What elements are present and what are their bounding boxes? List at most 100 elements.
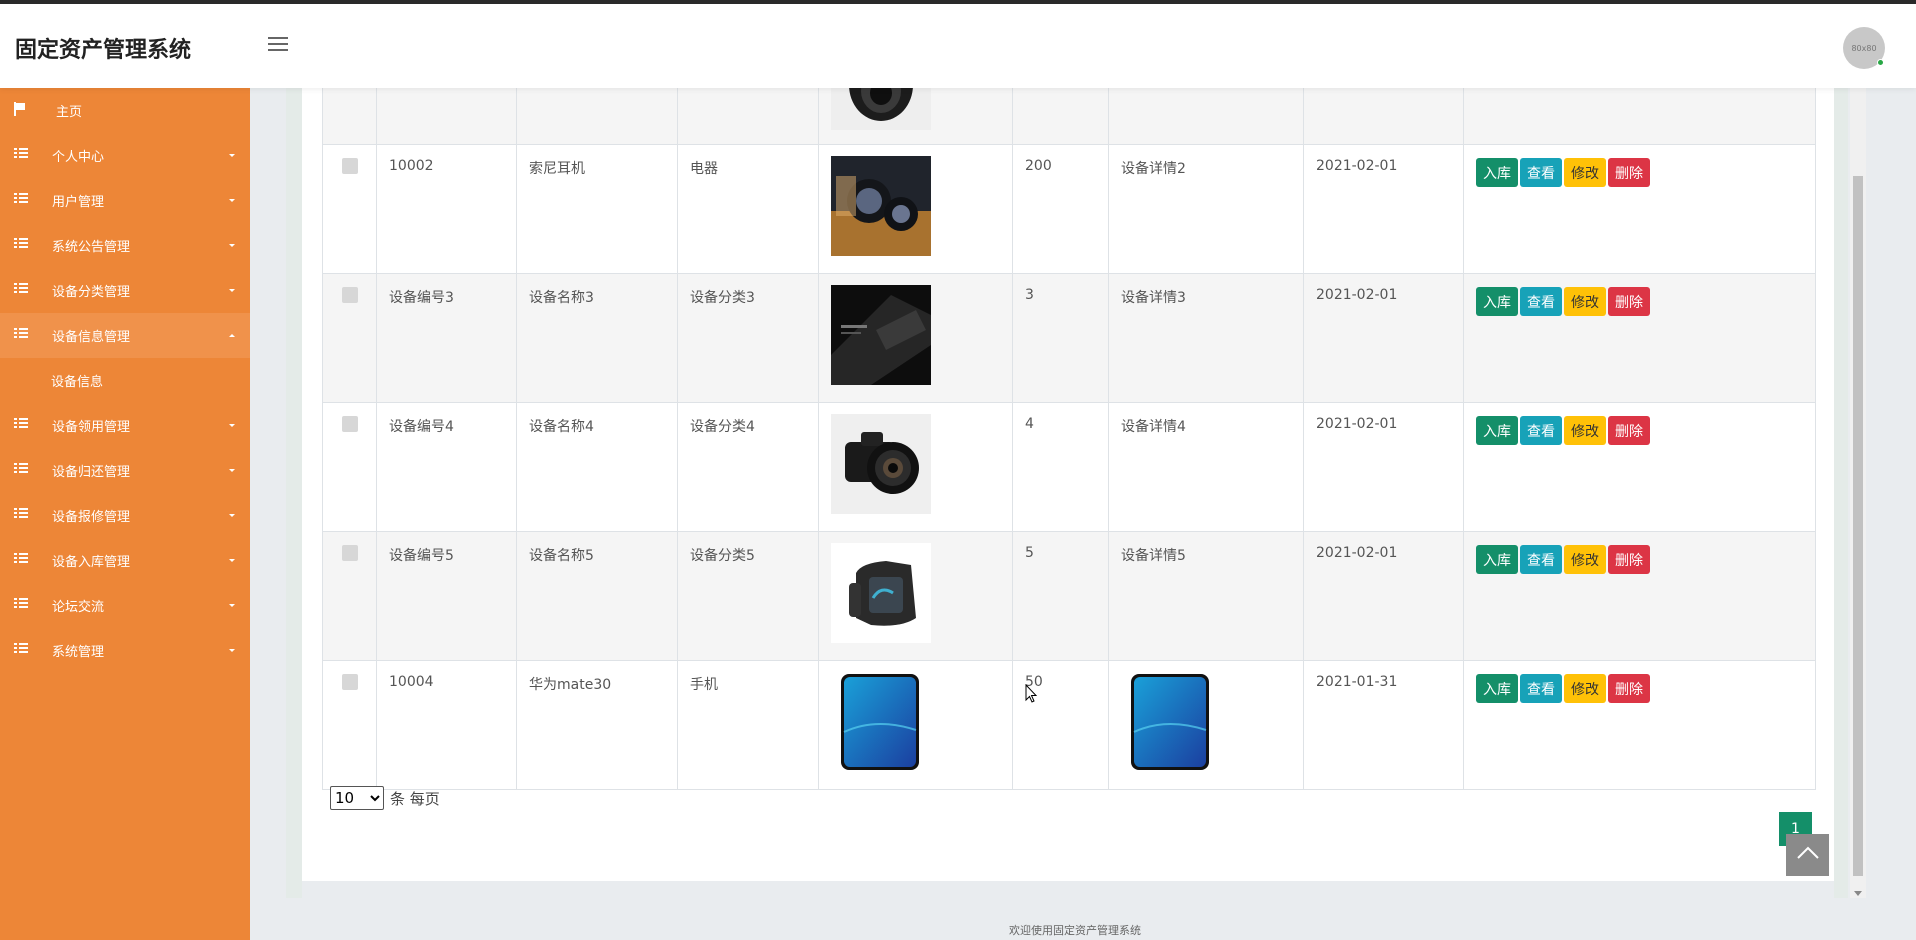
sidebar-item-device-return-management[interactable]: 设备归还管理 (0, 448, 250, 493)
chevron-down-icon[interactable] (1854, 891, 1862, 896)
device-table: 10002 索尼耳机 电器 200 设备详情2 2021-02-01 入库 查看… (322, 63, 1816, 790)
page-size-select[interactable]: 10 (330, 786, 384, 810)
top-header: 固定资产管理系统 80x80 (0, 4, 1916, 88)
sidebar-item-system-management[interactable]: 系统管理 (0, 628, 250, 673)
actions-cell: 入库 查看 修改 删除 (1463, 531, 1816, 661)
table-row: 10002 索尼耳机 电器 200 设备详情2 2021-02-01 入库 查看… (322, 144, 1816, 274)
row-checkbox[interactable] (341, 545, 358, 561)
list-icon (14, 463, 28, 475)
stock-in-button[interactable]: 入库 (1476, 545, 1518, 574)
list-icon (14, 148, 28, 160)
stock-in-button[interactable]: 入库 (1476, 158, 1518, 187)
device-date: 2021-02-01 (1303, 144, 1464, 274)
earphones-photo (831, 156, 931, 256)
footer-text: 欢迎使用固定资产管理系统 (1009, 924, 1141, 937)
stock-in-button[interactable]: 入库 (1476, 287, 1518, 316)
view-button[interactable]: 查看 (1520, 158, 1562, 187)
sidebar-item-personal-center[interactable]: 个人中心 (0, 133, 250, 178)
stock-in-button[interactable]: 入库 (1476, 674, 1518, 703)
device-quantity: 3 (1012, 273, 1109, 403)
scrollbar-thumb[interactable] (1853, 176, 1863, 876)
row-checkbox[interactable] (341, 674, 358, 690)
vertical-scrollbar[interactable] (1850, 88, 1866, 898)
table-row: 设备编号4 设备名称4 设备分类4 4 设备详情4 2021-02-01 入库 … (322, 402, 1816, 532)
delete-button[interactable]: 删除 (1608, 416, 1650, 445)
view-button[interactable]: 查看 (1520, 674, 1562, 703)
device-quantity: 5 (1012, 531, 1109, 661)
stock-in-button[interactable]: 入库 (1476, 416, 1518, 445)
row-checkbox[interactable] (341, 287, 358, 303)
sidebar-subitem-device-info[interactable]: 设备信息 (0, 358, 250, 403)
device-quantity: 4 (1012, 402, 1109, 532)
chevron-down-icon (229, 649, 235, 652)
avatar[interactable]: 80x80 (1843, 27, 1885, 69)
view-button[interactable]: 查看 (1520, 545, 1562, 574)
device-detail: 设备详情3 (1108, 273, 1304, 403)
sidebar-item-announcement-management[interactable]: 系统公告管理 (0, 223, 250, 268)
sidebar-item-label: 主页 (56, 105, 83, 120)
sidebar-item-label: 设备分类管理 (52, 285, 131, 300)
device-quantity: 200 (1012, 144, 1109, 274)
list-icon (14, 238, 28, 250)
sidebar-item-label: 设备归还管理 (52, 465, 131, 480)
chevron-up-icon (1797, 846, 1819, 859)
device-code: 10002 (376, 144, 517, 274)
checkbox-cell (322, 273, 377, 403)
sidebar-item-label: 系统管理 (52, 645, 105, 660)
sidebar-item-forum[interactable]: 论坛交流 (0, 583, 250, 628)
device-name: 设备名称4 (516, 402, 678, 532)
delete-button[interactable]: 删除 (1608, 158, 1650, 187)
list-icon (14, 283, 28, 295)
delete-button[interactable]: 删除 (1608, 674, 1650, 703)
chevron-down-icon (229, 199, 235, 202)
device-name: 设备名称3 (516, 273, 678, 403)
row-checkbox[interactable] (341, 416, 358, 432)
view-button[interactable]: 查看 (1520, 287, 1562, 316)
device-category: 手机 (677, 660, 819, 790)
image-cell (818, 660, 1013, 790)
checkbox-cell (322, 402, 377, 532)
device-detail: 设备详情2 (1108, 144, 1304, 274)
row-checkbox[interactable] (341, 158, 358, 174)
sidebar-item-label: 论坛交流 (52, 600, 105, 615)
sidebar-item-category-management[interactable]: 设备分类管理 (0, 268, 250, 313)
device-category: 设备分类5 (677, 531, 819, 661)
camera-photo (831, 414, 931, 514)
edit-button[interactable]: 修改 (1564, 674, 1606, 703)
sidebar-item-device-borrow-management[interactable]: 设备领用管理 (0, 403, 250, 448)
edit-button[interactable]: 修改 (1564, 158, 1606, 187)
sidebar-item-device-repair-management[interactable]: 设备报修管理 (0, 493, 250, 538)
device-name: 华为mate30 (516, 660, 678, 790)
view-button[interactable]: 查看 (1520, 416, 1562, 445)
delete-button[interactable]: 删除 (1608, 545, 1650, 574)
edit-button[interactable]: 修改 (1564, 416, 1606, 445)
avatar-placeholder-text: 80x80 (1851, 43, 1877, 53)
sidebar-item-device-info-management[interactable]: 设备信息管理 (0, 313, 250, 358)
huawei-phone-photo (1121, 672, 1221, 772)
device-date: 2021-02-01 (1303, 402, 1464, 532)
page-size-control: 10 条 每页 (330, 786, 440, 810)
chevron-down-icon (229, 604, 235, 607)
sidebar-item-device-stockin-management[interactable]: 设备入库管理 (0, 538, 250, 583)
list-icon (14, 553, 28, 565)
edit-button[interactable]: 修改 (1564, 287, 1606, 316)
list-icon (14, 418, 28, 430)
sidebar-item-user-management[interactable]: 用户管理 (0, 178, 250, 223)
edit-button[interactable]: 修改 (1564, 545, 1606, 574)
chevron-down-icon (229, 244, 235, 247)
menu-toggle-icon[interactable] (268, 37, 288, 53)
delete-button[interactable]: 删除 (1608, 287, 1650, 316)
flag-icon (14, 102, 26, 116)
chevron-down-icon (229, 154, 235, 157)
table-row: 设备编号3 设备名称3 设备分类3 3 设备详情3 2021-02-01 入库 … (322, 273, 1816, 403)
device-code: 10004 (376, 660, 517, 790)
list-icon (14, 328, 28, 340)
chevron-down-icon (229, 469, 235, 472)
device-date: 2021-01-31 (1303, 660, 1464, 790)
device-name: 索尼耳机 (516, 144, 678, 274)
device-quantity: 50 (1012, 660, 1109, 790)
back-to-top-button[interactable] (1786, 834, 1829, 876)
sidebar-item-home[interactable]: 主页 (0, 88, 250, 133)
image-cell (818, 531, 1013, 661)
sidebar-item-label: 设备入库管理 (52, 555, 131, 570)
